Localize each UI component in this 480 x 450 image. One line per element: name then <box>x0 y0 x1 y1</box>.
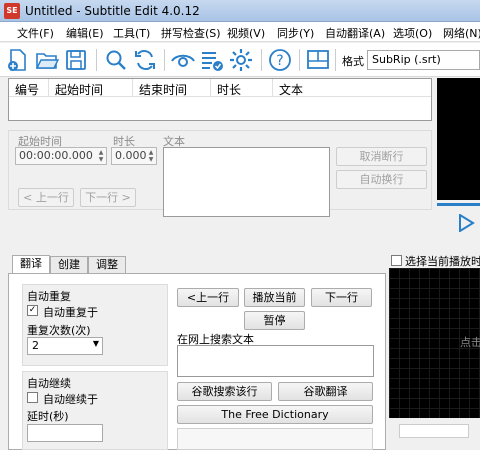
help-icon[interactable]: ? <box>268 48 292 72</box>
google-search-button[interactable]: 谷歌搜索该行 <box>177 382 272 401</box>
waveform-click-hint: 点击 <box>460 336 480 349</box>
duration-input[interactable]: 0.000 ▲ ▼ <box>111 147 157 165</box>
format-label: 格式 <box>342 55 364 68</box>
video-progress[interactable] <box>437 203 480 206</box>
select-current-checkbox[interactable] <box>391 255 402 266</box>
start-time-value: 00:00:00.000 <box>19 149 93 162</box>
auto-continue-title: 自动继续 <box>27 377 71 390</box>
auto-break-button[interactable]: 自动换行 <box>336 170 427 189</box>
auto-continue-on-label: 自动继续于 <box>43 393 98 406</box>
waveform-zoom-slider[interactable] <box>399 424 469 438</box>
tab-adjust[interactable]: 调整 <box>88 256 126 274</box>
free-dictionary-button[interactable]: The Free Dictionary <box>177 405 373 424</box>
menu-tools[interactable]: 工具(T) <box>113 25 150 41</box>
menu-video[interactable]: 视频(V) <box>227 25 265 41</box>
repeat-count-select[interactable]: 2 ▼ <box>27 337 103 355</box>
find-icon[interactable] <box>104 48 128 72</box>
repeat-count-value: 2 <box>32 339 39 352</box>
column-duration[interactable]: 时长 <box>211 79 273 97</box>
auto-continue-checkbox[interactable] <box>27 392 38 403</box>
column-start-time[interactable]: 起始时间 <box>49 79 133 97</box>
video-player[interactable] <box>437 78 480 200</box>
spell-check-icon[interactable] <box>200 48 224 72</box>
waveform-controls <box>389 418 480 450</box>
pause-button[interactable]: 暂停 <box>244 311 305 330</box>
repeat-count-label: 重复次数(次) <box>27 324 91 337</box>
column-number[interactable]: 编号 <box>9 79 49 97</box>
auto-repeat-checkbox[interactable]: ✓ <box>27 305 38 316</box>
menu-bar: 文件(F) 编辑(E) 工具(T) 拼写检查(S) 视频(V) 同步(Y) 自动… <box>0 22 480 42</box>
more-search-area <box>177 428 373 450</box>
menu-edit[interactable]: 编辑(E) <box>66 25 104 41</box>
menu-auto-translate[interactable]: 自动翻译(A) <box>325 25 385 41</box>
video-controls <box>437 200 480 242</box>
start-time-input[interactable]: 00:00:00.000 ▲ ▼ <box>15 147 107 165</box>
next-line-button[interactable]: 下一行 <box>311 288 372 307</box>
column-end-time[interactable]: 结束时间 <box>133 79 211 97</box>
delay-label: 延时(秒) <box>27 410 69 423</box>
play-current-button[interactable]: 播放当前 <box>244 288 305 307</box>
settings-icon[interactable] <box>229 48 253 72</box>
prev-line-button[interactable]: < 上一行 <box>18 188 74 207</box>
spin-arrows-icon[interactable]: ▲ ▼ <box>97 149 105 163</box>
unbreak-button[interactable]: 取消断行 <box>336 147 427 166</box>
delay-select[interactable] <box>27 424 103 442</box>
menu-options[interactable]: 选项(O) <box>393 25 432 41</box>
replace-icon[interactable] <box>133 48 157 72</box>
app-icon: SE <box>4 3 20 19</box>
new-file-icon[interactable] <box>6 48 30 72</box>
next-line-button[interactable]: 下一行 > <box>80 188 136 207</box>
column-text[interactable]: 文本 <box>273 79 431 97</box>
open-folder-icon[interactable] <box>35 48 59 72</box>
svg-text:?: ? <box>276 53 283 69</box>
duration-value: 0.000 <box>115 149 147 162</box>
menu-spellcheck[interactable]: 拼写检查(S) <box>161 25 221 41</box>
visual-sync-icon[interactable] <box>171 48 195 72</box>
format-select-value: SubRip (.srt) <box>372 53 441 66</box>
select-current-label: 选择当前播放时刻 <box>405 255 480 268</box>
window-title: Untitled - Subtitle Edit 4.0.12 <box>25 4 200 18</box>
layout-icon[interactable] <box>306 48 330 72</box>
menu-sync[interactable]: 同步(Y) <box>277 25 314 41</box>
spin-arrows-icon[interactable]: ▲ ▼ <box>147 149 155 163</box>
format-select[interactable]: SubRip (.srt) <box>367 50 480 70</box>
tab-create[interactable]: 创建 <box>50 256 88 274</box>
save-icon[interactable] <box>64 48 88 72</box>
chevron-down-icon: ▼ <box>92 339 99 348</box>
menu-file[interactable]: 文件(F) <box>17 25 54 41</box>
prev-line-button[interactable]: <上一行 <box>177 288 239 307</box>
tab-translate[interactable]: 翻译 <box>12 255 50 275</box>
subtitle-list[interactable]: 编号 起始时间 结束时间 时长 文本 <box>8 78 432 121</box>
search-text-input[interactable] <box>177 345 374 377</box>
menu-network[interactable]: 网络(N) <box>443 25 480 41</box>
auto-repeat-title: 自动重复 <box>27 290 71 303</box>
subtitle-text-input[interactable] <box>163 147 330 217</box>
google-translate-button[interactable]: 谷歌翻译 <box>278 382 373 401</box>
play-icon[interactable] <box>457 214 475 232</box>
auto-repeat-on-label: 自动重复于 <box>43 306 98 319</box>
